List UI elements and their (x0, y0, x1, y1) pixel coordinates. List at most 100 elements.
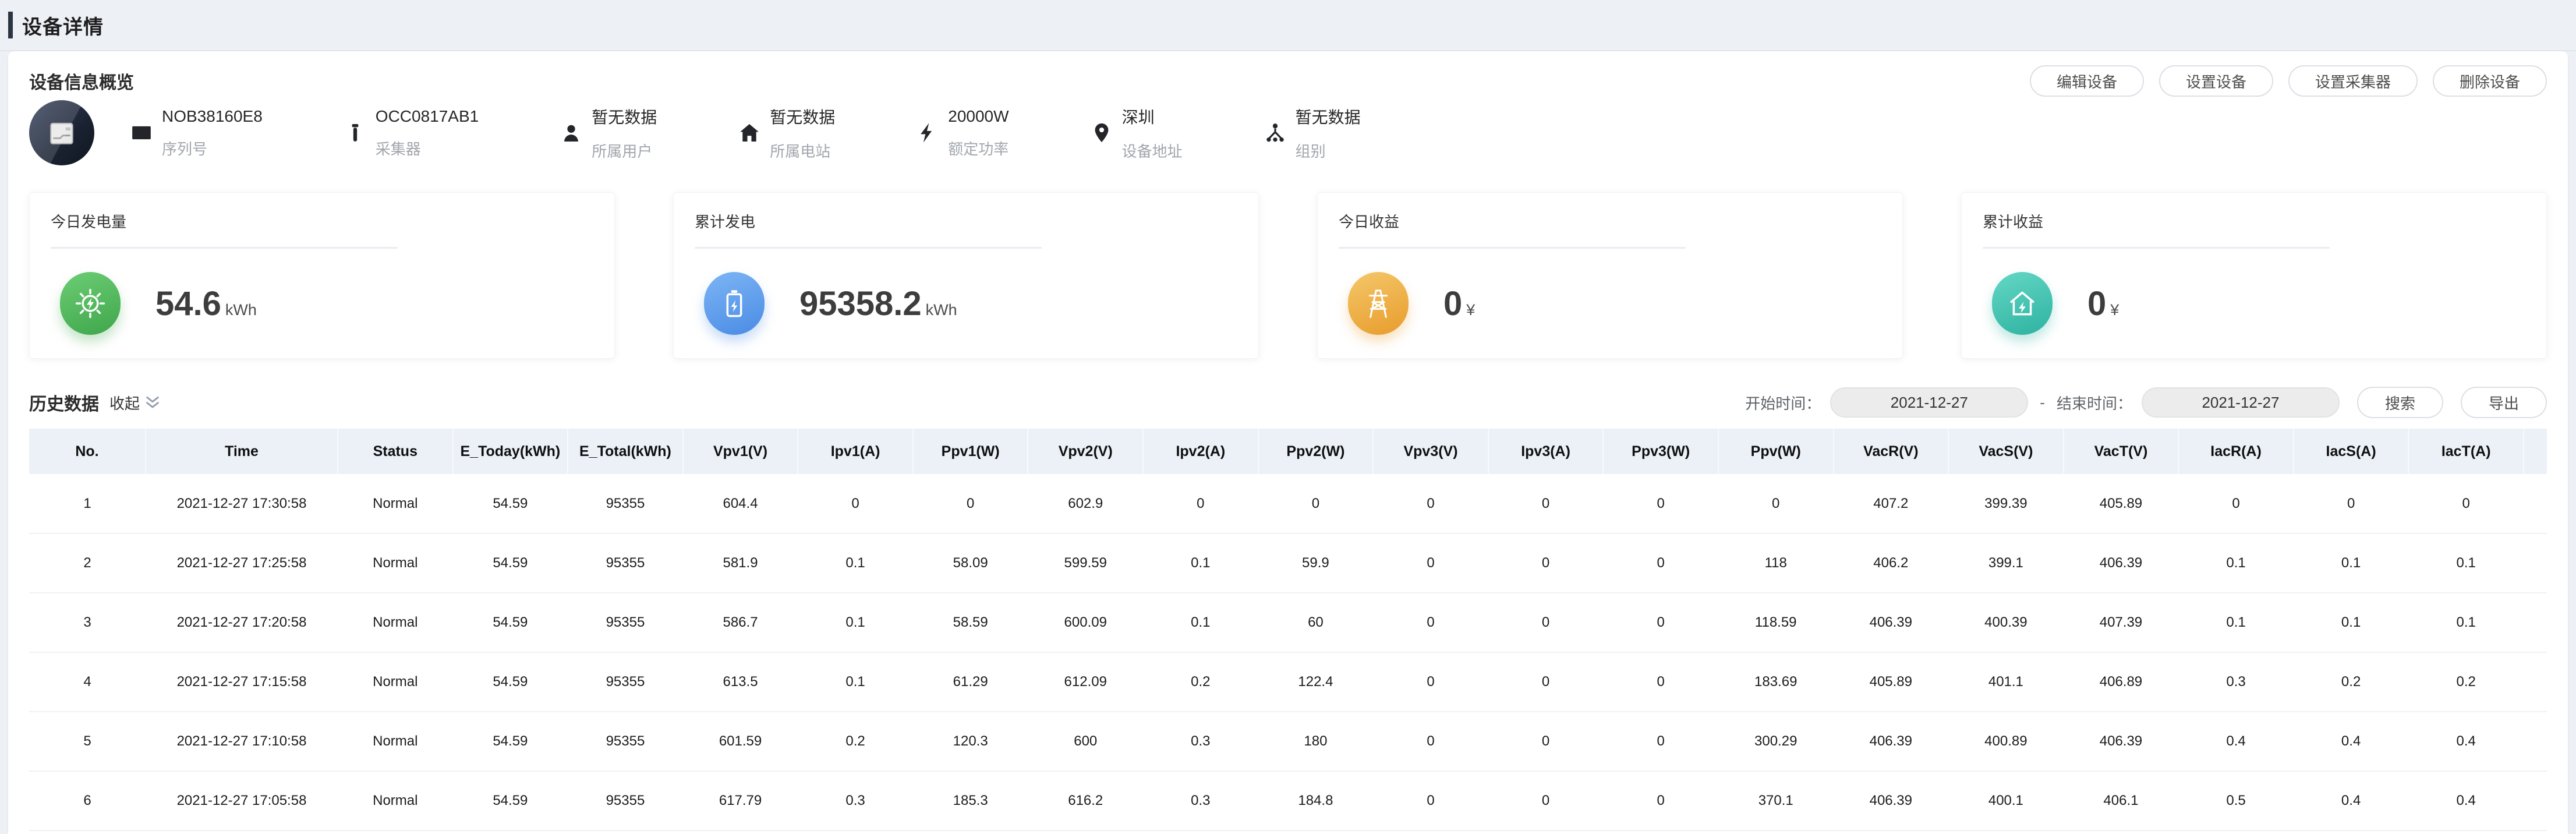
table-cell: 0 (1488, 593, 1604, 652)
table-cell: 95355 (568, 652, 683, 712)
info-value: 暂无数据 (592, 105, 657, 128)
table-cell: 0.1 (2178, 593, 2294, 652)
table-cell: 95355 (568, 712, 683, 771)
column-header-ipv1-a: Ipv1(A) (798, 429, 913, 474)
table-cell: 0.3 (798, 771, 913, 831)
table-cell: Normal (338, 474, 453, 533)
table-cell: 406.39 (1834, 771, 1949, 831)
table-cell: 586.7 (683, 593, 798, 652)
table-cell: 54.59 (453, 533, 568, 593)
info-value: 暂无数据 (1296, 105, 1361, 128)
column-header-ppv2-w: Ppv2(W) (1258, 429, 1374, 474)
double-chevron-down-icon (143, 393, 162, 412)
table-cell: 405.89 (1834, 652, 1949, 712)
column-header-iact-a: IacT(A) (2408, 429, 2524, 474)
table-cell: 0 (1603, 533, 1718, 593)
edit-device-button[interactable]: 编辑设备 (2030, 65, 2144, 97)
table-cell: 0.2 (1143, 652, 1258, 712)
table-cell: 1 (29, 474, 146, 533)
table-cell: 0.2 (2408, 652, 2524, 712)
table-cell: 54.59 (453, 652, 568, 712)
end-date-input[interactable]: 2021-12-27 (2142, 387, 2340, 418)
stat-card-unit: kWh (225, 301, 257, 319)
table-cell: 5 (29, 712, 146, 771)
location-icon (1091, 122, 1113, 144)
stat-card-today-revenue: 今日收益0¥ (1317, 192, 1903, 359)
table-cell: 2021-12-27 17:20:58 (146, 593, 338, 652)
table-cell: 0 (1603, 593, 1718, 652)
table-cell: 0.1 (1143, 533, 1258, 593)
end-time-label: 结束时间： (2057, 392, 2132, 414)
history-filters: 开始时间： 2021-12-27 - 结束时间： 2021-12-27 搜索 导… (1745, 387, 2547, 418)
house-energy-icon (1992, 272, 2053, 335)
stat-card-total-energy: 累计发电95358.2kWh (673, 192, 1259, 359)
table-cell: 0.1 (2294, 593, 2409, 652)
table-cell: Normal (338, 712, 453, 771)
table-cell: 122.4 (1258, 652, 1374, 712)
search-button[interactable]: 搜索 (2357, 387, 2443, 418)
table-cell: 59.9 (1258, 533, 1374, 593)
device-info-row: NOB38160E8序列号OCC0817AB1采集器暂无数据所属用户暂无数据所属… (29, 100, 2547, 165)
delete-device-button[interactable]: 删除设备 (2433, 65, 2547, 97)
table-cell: 2021-12-27 17:10:58 (146, 712, 338, 771)
info-label: 所属用户 (592, 140, 657, 161)
overview-header: 设备信息概览 编辑设备设置设备设置采集器删除设备 (29, 65, 2547, 97)
column-header-time: Time (146, 429, 338, 474)
table-cell-spacer (2524, 533, 2547, 593)
table-cell: 0 (1488, 533, 1604, 593)
table-cell: 6 (29, 771, 146, 831)
table-cell: 2021-12-27 17:25:58 (146, 533, 338, 593)
table-cell: 0.4 (2178, 712, 2294, 771)
stat-card-value: 95358.2kWh (799, 284, 957, 323)
table-cell: 581.9 (683, 533, 798, 593)
set-collector-button[interactable]: 设置采集器 (2288, 65, 2418, 97)
info-label: 采集器 (376, 137, 479, 159)
table-cell: 616.2 (1028, 771, 1143, 831)
collapse-toggle[interactable]: 收起 (109, 392, 162, 414)
table-cell: 95355 (568, 533, 683, 593)
table-cell: 0.1 (2294, 533, 2409, 593)
bolt-icon (917, 122, 939, 144)
table-cell: 0 (1373, 771, 1488, 831)
table-cell-spacer (2524, 474, 2547, 533)
table-cell: 0 (1718, 474, 1834, 533)
table-cell-spacer (2524, 712, 2547, 771)
table-cell: 0 (1373, 712, 1488, 771)
page-title: 设备详情 (22, 11, 104, 40)
table-cell: 604.4 (683, 474, 798, 533)
column-header-iacr-a: IacR(A) (2178, 429, 2294, 474)
table-cell: 0 (2178, 474, 2294, 533)
column-header-e-today-kwh: E_Today(kWh) (453, 429, 568, 474)
info-value: 暂无数据 (770, 105, 835, 128)
info-item-owner-user: 暂无数据所属用户 (560, 105, 657, 161)
table-cell: 0 (1373, 474, 1488, 533)
table-cell: 2 (29, 533, 146, 593)
table-cell: 3 (29, 593, 146, 652)
main-panel: 设备信息概览 编辑设备设置设备设置采集器删除设备 NOB38160E8序列号OC… (8, 51, 2568, 834)
table-cell: 184.8 (1258, 771, 1374, 831)
column-header-vpv2-v: Vpv2(V) (1028, 429, 1143, 474)
table-cell: 399.1 (1948, 533, 2064, 593)
id-card-icon (130, 122, 153, 144)
history-header: 历史数据 收起 开始时间： 2021-12-27 - 结束时间： 2021-12… (29, 387, 2547, 418)
table-cell: 0 (913, 474, 1028, 533)
table-cell: 400.39 (1948, 593, 2064, 652)
history-table-wrap: No.TimeStatusE_Today(kWh)E_Total(kWh)Vpv… (29, 429, 2547, 831)
info-item-serial-number: NOB38160E8序列号 (130, 107, 263, 159)
stat-cards-row: 今日发电量54.6kWh累计发电95358.2kWh今日收益0¥累计收益0¥ (29, 192, 2547, 359)
stat-card-value: 0¥ (1443, 284, 1475, 323)
table-cell: 0.1 (2408, 533, 2524, 593)
table-cell: 407.39 (2064, 593, 2179, 652)
table-cell: 183.69 (1718, 652, 1834, 712)
info-item-rated-power: 20000W额定功率 (917, 107, 1009, 159)
table-cell: 406.39 (1834, 593, 1949, 652)
start-date-input[interactable]: 2021-12-27 (1830, 387, 2028, 418)
table-cell: 0.4 (2408, 771, 2524, 831)
table-row: 62021-12-27 17:05:58Normal54.5995355617.… (29, 771, 2547, 831)
export-button[interactable]: 导出 (2461, 387, 2547, 418)
table-cell: 613.5 (683, 652, 798, 712)
table-cell: 407.2 (1834, 474, 1949, 533)
table-cell: 0 (798, 474, 913, 533)
table-cell: 406.1 (2064, 771, 2179, 831)
set-device-button[interactable]: 设置设备 (2159, 65, 2273, 97)
